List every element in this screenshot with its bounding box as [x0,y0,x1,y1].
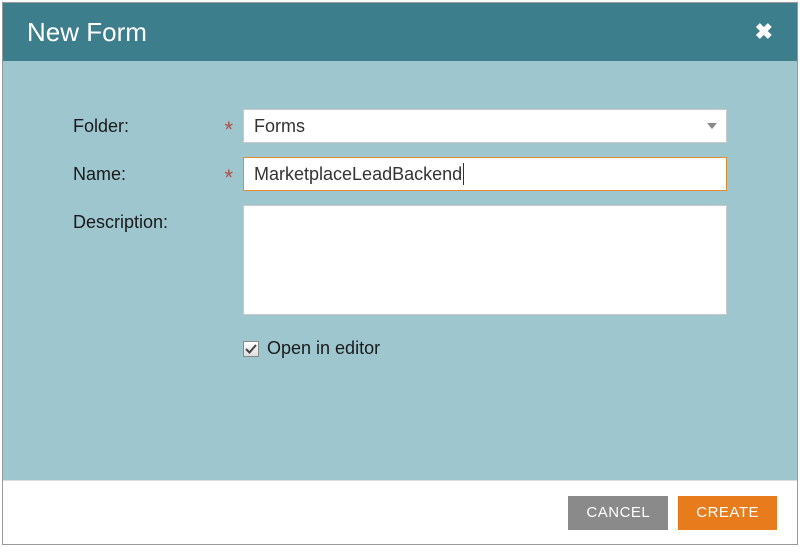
folder-select[interactable]: Forms [243,109,727,143]
name-row: Name: * MarketplaceLeadBackend [73,157,727,191]
dialog-titlebar: New Form ✖ [3,3,797,61]
open-in-editor-label[interactable]: Open in editor [267,338,380,359]
text-cursor-icon [463,163,464,185]
dialog-body: Folder: * Forms Name: * MarketplaceLeadB… [3,61,797,480]
description-label-cell: Description: [73,205,243,239]
chevron-down-icon [707,123,717,129]
description-textarea[interactable] [243,205,727,315]
name-input[interactable]: MarketplaceLeadBackend [243,157,727,191]
folder-field-cell: Forms [243,109,727,143]
name-label-cell: Name: * [73,157,243,191]
dialog-title: New Form [27,17,147,48]
folder-select-value: Forms [254,116,305,137]
description-row: Description: [73,205,727,320]
name-input-value: MarketplaceLeadBackend [254,164,462,185]
folder-row: Folder: * Forms [73,109,727,143]
name-field-cell: MarketplaceLeadBackend [243,157,727,191]
folder-label: Folder: [73,116,129,137]
new-form-dialog: New Form ✖ Folder: * Forms Name: * [2,2,798,545]
dialog-footer: CANCEL CREATE [3,480,797,544]
close-icon[interactable]: ✖ [755,21,773,43]
create-button[interactable]: CREATE [678,496,777,530]
description-label: Description: [73,212,168,233]
cancel-button[interactable]: CANCEL [568,496,668,530]
open-in-editor-checkbox[interactable] [243,341,259,357]
required-icon: * [224,119,233,141]
check-icon [245,343,257,355]
name-label: Name: [73,164,126,185]
required-icon: * [224,167,233,189]
folder-label-cell: Folder: * [73,109,243,143]
description-field-cell [243,205,727,320]
open-in-editor-row: Open in editor [243,338,727,359]
